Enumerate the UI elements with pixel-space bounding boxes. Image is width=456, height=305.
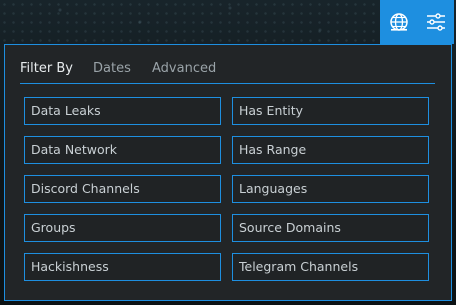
tab-dates[interactable]: Dates: [93, 61, 131, 76]
filter-option-telegram-channels[interactable]: Telegram Channels: [232, 253, 429, 281]
filter-option-languages[interactable]: Languages: [232, 175, 429, 203]
filter-option-discord-channels[interactable]: Discord Channels: [24, 175, 221, 203]
background-pattern: [0, 0, 380, 44]
filter-option-source-domains[interactable]: Source Domains: [232, 214, 429, 242]
filter-panel: Filter By Dates Advanced Data Leaks Data…: [4, 44, 452, 301]
sliders-icon: [426, 13, 445, 31]
tab-filter-by[interactable]: Filter By: [20, 61, 73, 76]
filter-option-data-leaks[interactable]: Data Leaks: [24, 97, 221, 125]
filter-settings-button[interactable]: [417, 0, 454, 44]
globe-button[interactable]: [380, 0, 417, 44]
filter-option-hackishness[interactable]: Hackishness: [24, 253, 221, 281]
filter-option-has-entity[interactable]: Has Entity: [232, 97, 429, 125]
top-action-bar: [380, 0, 454, 44]
filter-tabs: Filter By Dates Advanced: [20, 61, 435, 84]
filter-option-data-network[interactable]: Data Network: [24, 136, 221, 164]
globe-icon: [389, 13, 408, 31]
filter-option-groups[interactable]: Groups: [24, 214, 221, 242]
filter-option-has-range[interactable]: Has Range: [232, 136, 429, 164]
tab-advanced[interactable]: Advanced: [152, 61, 216, 76]
